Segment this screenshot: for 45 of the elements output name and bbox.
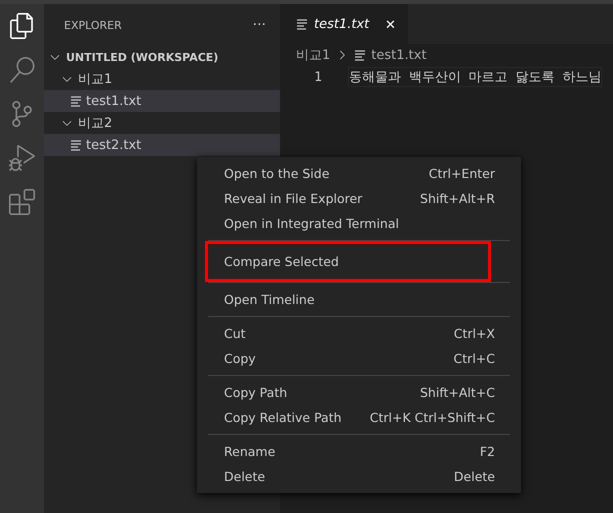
file-lines-icon (70, 139, 82, 151)
breadcrumb-item[interactable]: test1.txt (371, 48, 427, 62)
shortcut-text: Ctrl+K Ctrl+Shift+C (370, 410, 495, 425)
more-actions-button[interactable]: ··· (252, 17, 266, 33)
tree-item[interactable]: 비교2 (44, 112, 280, 134)
file-lines-icon (354, 49, 366, 61)
file-label: test2.txt (86, 138, 142, 152)
breadcrumb-item[interactable]: 비교1 (296, 46, 330, 64)
menu-item[interactable]: Copy Path Shift+Alt+C (197, 380, 521, 405)
tree-item[interactable]: UNTITLED (WORKSPACE) (44, 46, 280, 68)
search-icon[interactable] (8, 56, 36, 84)
shortcut-text: Shift+Alt+R (420, 191, 495, 206)
folder-label: 비교1 (78, 71, 112, 88)
editor-tab[interactable]: test1.txt ✕ (280, 4, 408, 44)
close-button[interactable]: ✕ (385, 16, 396, 32)
menu-item[interactable]: Cut Ctrl+X (197, 321, 521, 346)
menu-item[interactable]: Delete Delete (197, 464, 521, 489)
menu-item[interactable]: Copy Relative Path Ctrl+K Ctrl+Shift+C (197, 405, 521, 430)
folder-label: 비교2 (78, 115, 112, 132)
shortcut-text: Shift+Alt+C (420, 385, 495, 400)
run-debug-icon[interactable] (8, 144, 36, 172)
sidebar-title: EXPLORER (64, 18, 122, 32)
tab-label: test1.txt (314, 16, 370, 32)
shortcut-text: Delete (454, 469, 495, 484)
menu-item[interactable]: Compare Selected (205, 241, 491, 282)
tree-item[interactable]: 비교1 (44, 68, 280, 90)
menu-item[interactable]: Rename F2 (197, 439, 521, 464)
shortcut-text: Ctrl+C (454, 351, 495, 366)
menu-item[interactable]: Reveal in File Explorer Shift+Alt+R (197, 186, 521, 211)
menu-item[interactable]: Open in Integrated Terminal (197, 211, 521, 236)
menu-item[interactable]: Open Timeline (197, 287, 521, 312)
workspace-label: UNTITLED (WORKSPACE) (66, 50, 218, 64)
file-lines-icon (70, 95, 82, 107)
files-icon[interactable] (8, 12, 36, 40)
tree-item[interactable]: test2.txt (44, 134, 280, 156)
menu-item[interactable]: Copy Ctrl+C (197, 346, 521, 371)
menu-item[interactable]: Open to the Side Ctrl+Enter (197, 161, 521, 186)
line-number: 1 (313, 70, 322, 84)
shortcut-text: Ctrl+Enter (428, 166, 495, 181)
file-label: test1.txt (86, 94, 142, 108)
tree-item[interactable]: test1.txt (44, 90, 280, 112)
shortcut-text: F2 (480, 444, 495, 459)
file-lines-icon (296, 18, 308, 30)
extensions-icon[interactable] (8, 188, 36, 216)
shortcut-text: Ctrl+X (454, 326, 495, 341)
